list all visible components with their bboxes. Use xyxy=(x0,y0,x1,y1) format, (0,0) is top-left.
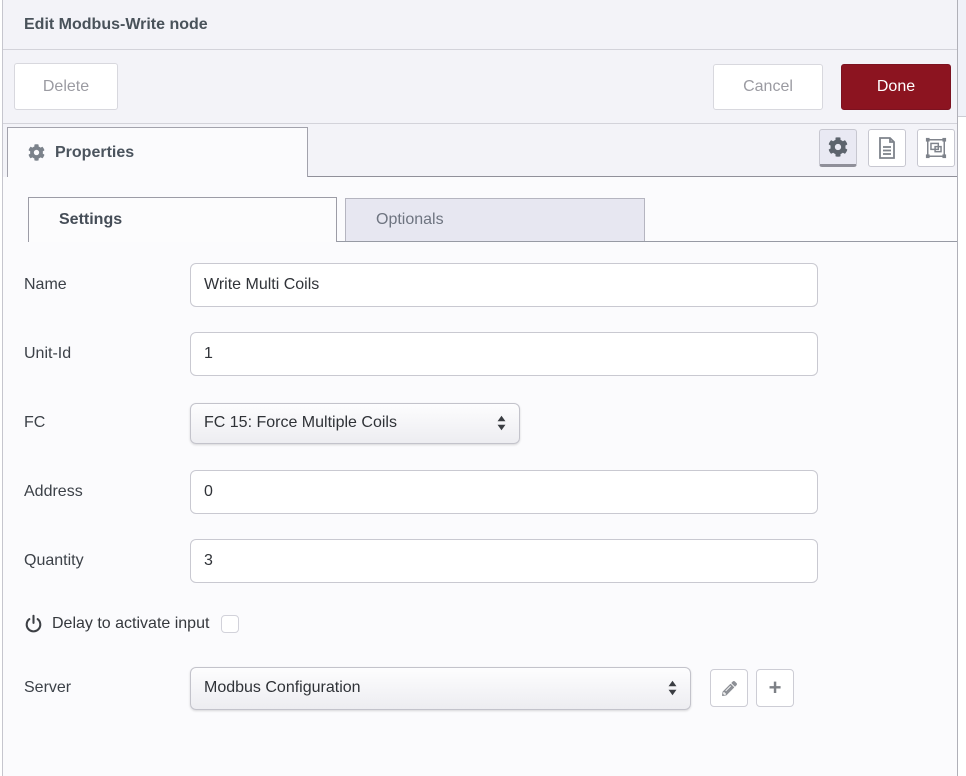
quantity-row: Quantity xyxy=(24,539,957,583)
server-select-value: Modbus Configuration xyxy=(204,679,659,697)
address-input[interactable] xyxy=(190,470,818,514)
description-button[interactable] xyxy=(868,129,906,167)
fc-label: FC xyxy=(24,414,190,432)
quantity-label: Quantity xyxy=(24,552,190,570)
editor-icon-buttons xyxy=(819,129,955,167)
fc-select[interactable]: FC 15: Force Multiple Coils xyxy=(190,403,520,444)
plus-icon: + xyxy=(769,675,782,701)
delay-checkbox[interactable] xyxy=(221,615,239,633)
page-title: Edit Modbus-Write node xyxy=(24,16,208,34)
server-form: Server Modbus Configuration xyxy=(24,666,957,710)
server-select[interactable]: Modbus Configuration xyxy=(190,667,691,710)
edit-server-button[interactable] xyxy=(710,669,748,707)
pencil-icon xyxy=(722,681,737,696)
server-row: Server Modbus Configuration xyxy=(24,666,957,710)
delay-row: Delay to activate input xyxy=(24,610,957,638)
tab-optionals[interactable]: Optionals xyxy=(345,198,645,241)
fc-select-value: FC 15: Force Multiple Coils xyxy=(204,414,488,432)
power-icon xyxy=(24,614,43,635)
settings-form: Name Unit-Id FC FC 15: Force Multiple Co… xyxy=(24,263,957,583)
gear-icon xyxy=(828,137,848,157)
properties-panel: Settings Optionals Name Unit-Id FC FC 15… xyxy=(3,177,957,710)
sub-tab-divider xyxy=(337,241,957,242)
name-row: Name xyxy=(24,263,957,307)
description-icon xyxy=(877,136,897,160)
fc-row: FC FC 15: Force Multiple Coils xyxy=(24,401,957,445)
quantity-input[interactable] xyxy=(190,539,818,583)
name-input[interactable] xyxy=(190,263,818,307)
done-button[interactable]: Done xyxy=(841,64,951,110)
add-server-button[interactable]: + xyxy=(756,669,794,707)
unit-id-row: Unit-Id xyxy=(24,332,957,376)
edit-node-tray: Edit Modbus-Write node Delete Cancel Don… xyxy=(2,0,957,776)
delete-button[interactable]: Delete xyxy=(14,63,118,110)
unit-id-label: Unit-Id xyxy=(24,345,190,363)
action-bar: Delete Cancel Done xyxy=(3,50,957,124)
tab-properties-label: Properties xyxy=(55,144,134,162)
name-label: Name xyxy=(24,276,190,294)
sub-tab-bar: Settings Optionals xyxy=(3,197,957,242)
appearance-icon xyxy=(925,137,947,159)
select-arrows-icon xyxy=(667,679,678,697)
gear-icon xyxy=(28,144,45,161)
tab-settings[interactable]: Settings xyxy=(28,197,337,242)
tab-row-divider xyxy=(308,176,957,177)
tab-properties[interactable]: Properties xyxy=(7,127,308,177)
appearance-button[interactable] xyxy=(917,129,955,167)
cancel-button[interactable]: Cancel xyxy=(713,64,823,110)
tray-tab-row: Properties xyxy=(3,124,957,177)
editor-edge-strip xyxy=(957,0,966,776)
delay-label: Delay to activate input xyxy=(52,615,209,633)
server-label: Server xyxy=(24,679,190,697)
properties-gear-button[interactable] xyxy=(819,129,857,167)
unit-id-input[interactable] xyxy=(190,332,818,376)
tab-optionals-label: Optionals xyxy=(376,211,444,229)
editor-edge-strip-top xyxy=(958,0,966,117)
address-label: Address xyxy=(24,483,190,501)
select-arrows-icon xyxy=(496,414,507,432)
tab-settings-label: Settings xyxy=(59,211,122,229)
tray-header: Edit Modbus-Write node xyxy=(3,0,957,50)
address-row: Address xyxy=(24,470,957,514)
